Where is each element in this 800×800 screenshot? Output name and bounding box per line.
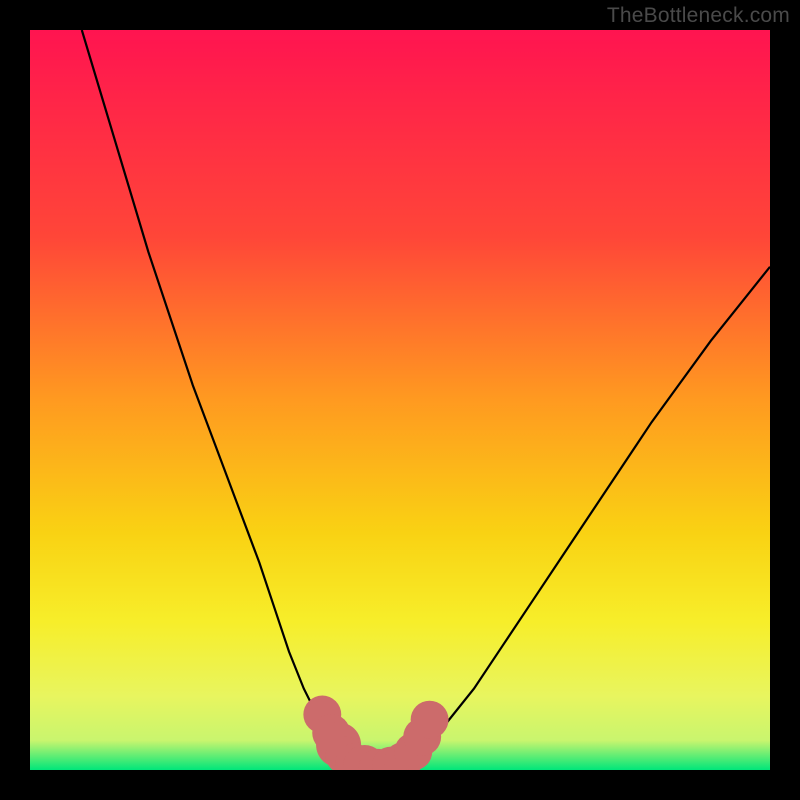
gradient-background bbox=[30, 30, 770, 770]
chart-frame: TheBottleneck.com bbox=[0, 0, 800, 800]
plot-area bbox=[30, 30, 770, 770]
watermark-text: TheBottleneck.com bbox=[607, 4, 790, 28]
bottleneck-chart bbox=[30, 30, 770, 770]
data-marker bbox=[411, 701, 449, 739]
